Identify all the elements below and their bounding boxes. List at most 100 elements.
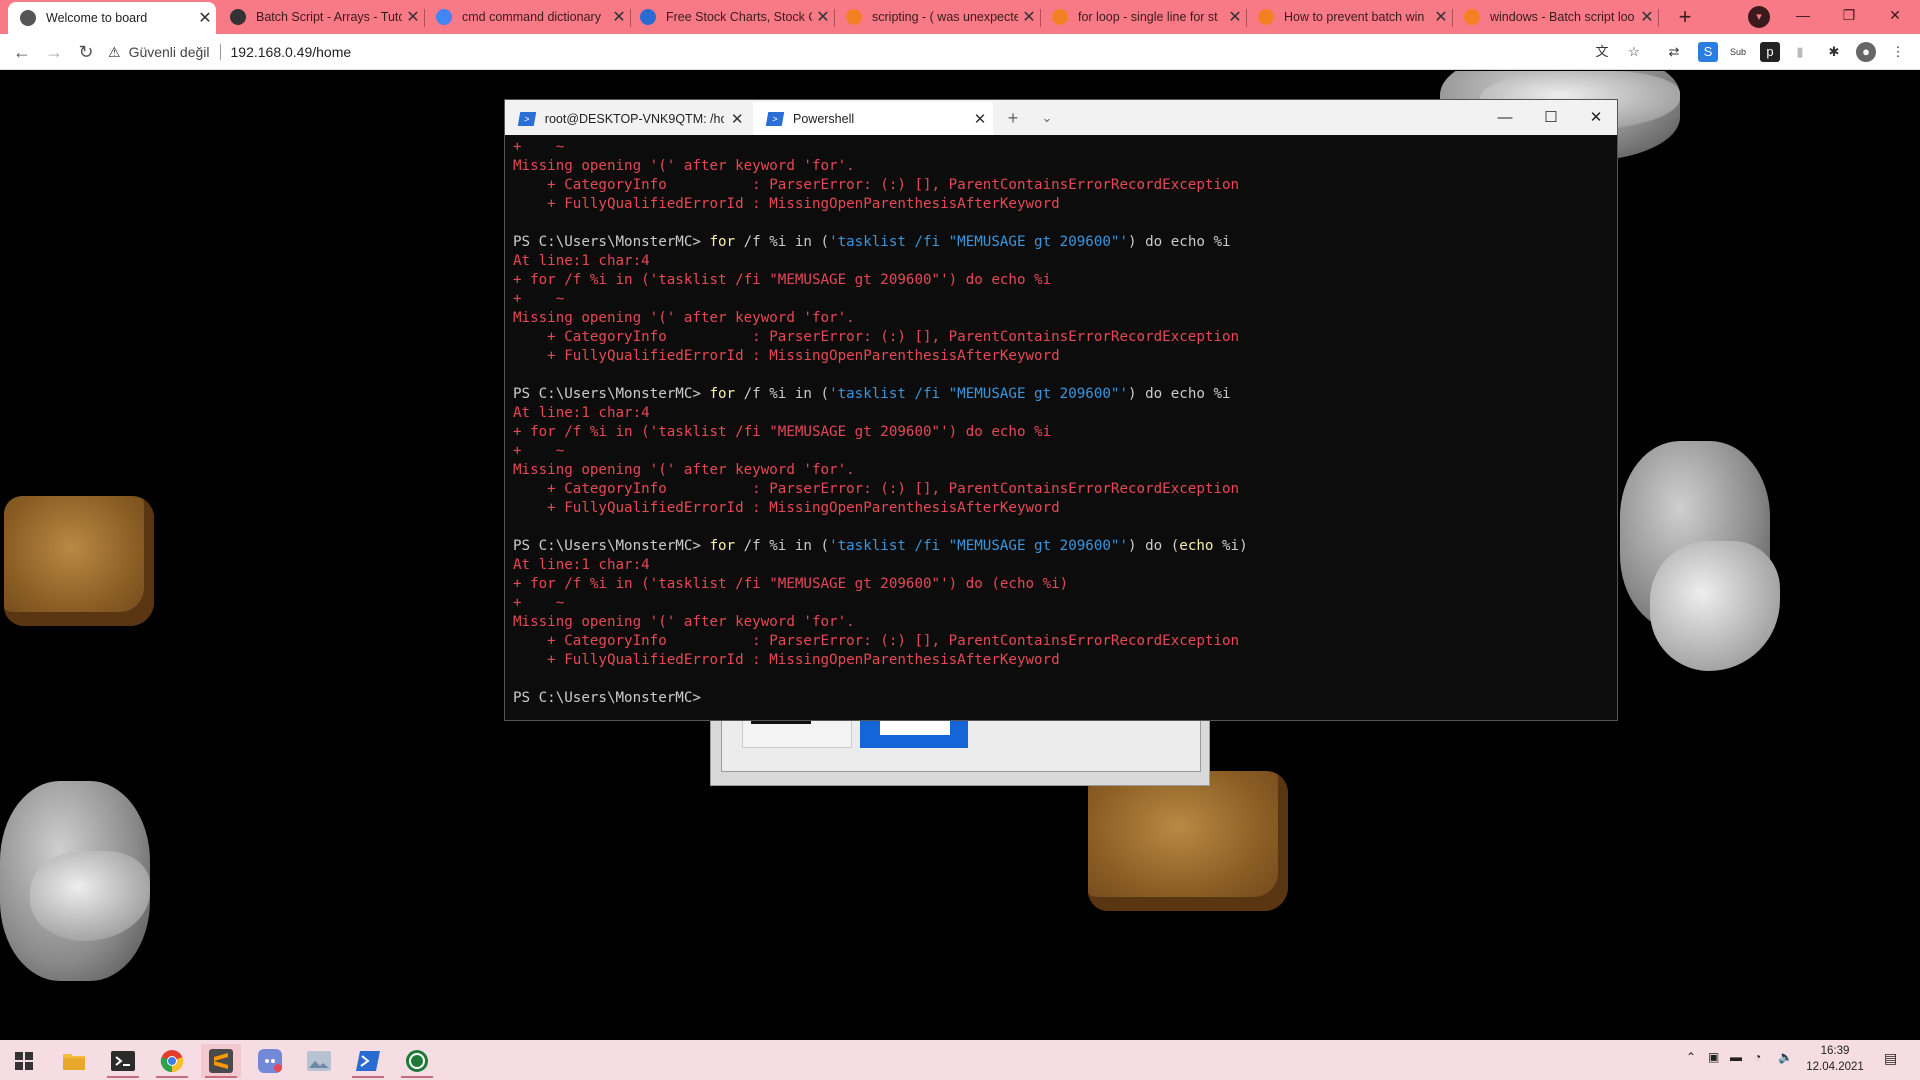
terminal-text-segment: PS C:\Users\MonsterMC> bbox=[513, 690, 710, 706]
close-tab-icon[interactable]: ✕ bbox=[608, 7, 630, 27]
globe-icon bbox=[20, 10, 36, 26]
dropdown-chevron-icon[interactable]: ⌄ bbox=[1035, 106, 1059, 130]
powershell-icon[interactable] bbox=[348, 1044, 388, 1078]
browser-tab[interactable]: windows - Batch script loo ✕ bbox=[1452, 0, 1659, 34]
terminal-line: Missing opening '(' after keyword 'for'. bbox=[513, 613, 1611, 632]
close-tab-icon[interactable]: ✕ bbox=[1430, 7, 1452, 27]
browser-tab[interactable]: Welcome to board ✕ bbox=[8, 2, 216, 34]
terminal-line: + for /f %i in ('tasklist /fi "MEMUSAGE … bbox=[513, 575, 1611, 594]
subtitle-extension-icon[interactable]: Sub bbox=[1728, 42, 1748, 62]
photos-icon[interactable] bbox=[299, 1044, 339, 1078]
close-window-button[interactable]: ✕ bbox=[1872, 0, 1918, 30]
close-tab-icon[interactable]: ✕ bbox=[402, 7, 424, 27]
terminal-line: + ~ bbox=[513, 594, 1611, 613]
close-tab-icon[interactable]: ✕ bbox=[724, 110, 750, 128]
minimize-window-button[interactable]: — bbox=[1780, 0, 1826, 30]
terminal-text-segment: + for /f %i in ('tasklist /fi "MEMUSAGE … bbox=[513, 424, 1052, 440]
terminal-line: + FullyQualifiedErrorId : MissingOpenPar… bbox=[513, 195, 1611, 214]
terminal-text-segment: At line:1 char:4 bbox=[513, 405, 650, 421]
toast-image bbox=[4, 496, 154, 626]
system-clock[interactable]: 16:39 12.04.2021 bbox=[1800, 1043, 1870, 1075]
close-tab-icon[interactable]: ✕ bbox=[1636, 7, 1658, 27]
tab-separator bbox=[1658, 9, 1659, 27]
new-terminal-tab-icon[interactable]: + bbox=[1001, 106, 1025, 130]
terminal-text-segment: 'tasklist /fi "MEMUSAGE gt 209600"' bbox=[829, 234, 1129, 250]
powershell-icon: > bbox=[517, 111, 537, 126]
terminal-text-segment: + ~ bbox=[513, 139, 565, 155]
browser-toolbar: ← → ↻ ⚠ Güvenli değil 192.168.0.49/home … bbox=[0, 34, 1920, 70]
tab-title: How to prevent batch win bbox=[1284, 10, 1425, 24]
terminal-text-segment: + ~ bbox=[513, 595, 565, 611]
terminal-icon[interactable] bbox=[103, 1044, 143, 1078]
new-tab-button[interactable]: + bbox=[1670, 2, 1700, 32]
terminal-line: + FullyQualifiedErrorId : MissingOpenPar… bbox=[513, 499, 1611, 518]
extensions-puzzle-icon[interactable]: ✱ bbox=[1824, 42, 1844, 62]
close-tab-icon[interactable]: ✕ bbox=[1224, 7, 1246, 27]
browser-tab[interactable]: cmd command dictionary ✕ bbox=[424, 0, 631, 34]
terminal-output[interactable]: + ~ Missing opening '(' after keyword 'fo… bbox=[513, 138, 1611, 718]
terminal-text-segment: for bbox=[709, 386, 736, 402]
tab-title: Batch Script - Arrays - Tuto bbox=[256, 10, 402, 24]
terminal-minimize-button[interactable]: — bbox=[1482, 100, 1528, 135]
tab-title: Free Stock Charts, Stock Q bbox=[666, 10, 812, 24]
chevron-up-icon[interactable]: ⌃ bbox=[1686, 1050, 1696, 1064]
browser-tab[interactable]: Free Stock Charts, Stock Q ✕ bbox=[628, 0, 835, 34]
url-text[interactable]: 192.168.0.49/home bbox=[231, 44, 352, 60]
terminal-tab-ssh[interactable]: > root@DESKTOP-VNK9QTM: /hc ✕ bbox=[505, 102, 750, 135]
close-tab-icon[interactable]: ✕ bbox=[967, 110, 993, 128]
volume-icon[interactable]: 🔈 bbox=[1778, 1050, 1793, 1064]
terminal-close-button[interactable]: ✕ bbox=[1573, 100, 1619, 135]
terminal-line: PS C:\Users\MonsterMC> bbox=[513, 689, 1611, 708]
battery-icon[interactable]: ▬ bbox=[1730, 1050, 1742, 1064]
terminal-maximize-button[interactable]: ☐ bbox=[1528, 100, 1574, 135]
terminal-line: + for /f %i in ('tasklist /fi "MEMUSAGE … bbox=[513, 271, 1611, 290]
windows-start-icon[interactable] bbox=[4, 1044, 44, 1078]
taskbar: ⌃ ▣ ▬ ◔ 🔈 16:39 12.04.2021 ▤ bbox=[0, 1040, 1920, 1080]
restore-window-button[interactable]: ❐ bbox=[1826, 0, 1872, 30]
extension-grey-icon[interactable]: ▮ bbox=[1790, 42, 1810, 62]
terminal-text-segment: ) do echo %i bbox=[1128, 234, 1231, 250]
close-tab-icon[interactable]: ✕ bbox=[812, 7, 834, 27]
terminal-line: Missing opening '(' after keyword 'for'. bbox=[513, 157, 1611, 176]
tab-search-icon[interactable]: ▾ bbox=[1748, 6, 1770, 28]
reload-icon[interactable]: ↻ bbox=[72, 38, 100, 66]
terminal-line: Missing opening '(' after keyword 'for'. bbox=[513, 309, 1611, 328]
extension-tool-icon[interactable]: ⇄ bbox=[1664, 42, 1684, 62]
app-tray-icon[interactable]: ▣ bbox=[1708, 1050, 1719, 1064]
extension-p-icon[interactable]: p bbox=[1760, 42, 1780, 62]
hs-icon[interactable] bbox=[397, 1044, 437, 1078]
forward-arrow-icon[interactable]: → bbox=[40, 38, 68, 66]
terminal-text-segment: + FullyQualifiedErrorId : MissingOpenPar… bbox=[513, 348, 1060, 364]
chrome-icon[interactable] bbox=[152, 1044, 192, 1078]
terminal-tab-powershell[interactable]: > Powershell ✕ bbox=[753, 102, 993, 135]
browser-tab[interactable]: for loop - single line for st ✕ bbox=[1040, 0, 1247, 34]
terminal-line: At line:1 char:4 bbox=[513, 556, 1611, 575]
sublime-icon[interactable] bbox=[201, 1044, 241, 1078]
folder-icon[interactable] bbox=[54, 1044, 94, 1078]
browser-tab-strip: Welcome to board ✕ Batch Script - Arrays -… bbox=[0, 0, 1920, 34]
terminal-line: + ~ bbox=[513, 442, 1611, 461]
stackoverflow-icon bbox=[1052, 9, 1068, 25]
extension-s-icon[interactable]: S bbox=[1698, 42, 1718, 62]
terminal-text-segment: + FullyQualifiedErrorId : MissingOpenPar… bbox=[513, 652, 1060, 668]
browser-tab[interactable]: Batch Script - Arrays - Tuto ✕ bbox=[218, 0, 425, 34]
browser-tab[interactable]: scripting - ( was unexpecte ✕ bbox=[834, 0, 1041, 34]
terminal-text-segment: PS C:\Users\MonsterMC> bbox=[513, 234, 710, 250]
toast-image bbox=[1088, 771, 1288, 911]
bookmark-star-icon[interactable]: ☆ bbox=[1624, 42, 1644, 62]
terminal-text-segment: PS C:\Users\MonsterMC> bbox=[513, 386, 710, 402]
tutorialspoint-icon bbox=[230, 9, 246, 25]
back-arrow-icon[interactable]: ← bbox=[8, 38, 36, 66]
menu-kebab-icon[interactable]: ⋮ bbox=[1888, 42, 1908, 62]
browser-tab[interactable]: How to prevent batch win ✕ bbox=[1246, 0, 1453, 34]
network-icon[interactable]: ◔ bbox=[1754, 1050, 1761, 1064]
close-tab-icon[interactable]: ✕ bbox=[194, 8, 216, 28]
terminal-text-segment: echo bbox=[1179, 538, 1214, 554]
notification-icon[interactable]: ▤ bbox=[1884, 1050, 1897, 1067]
translate-icon[interactable]: 文 bbox=[1592, 42, 1612, 62]
discord-icon[interactable] bbox=[250, 1044, 290, 1078]
profile-avatar-icon[interactable]: ● bbox=[1856, 42, 1876, 62]
terminal-text-segment: Missing opening '(' after keyword 'for'. bbox=[513, 614, 855, 630]
address-bar[interactable]: ⚠ Güvenli değil 192.168.0.49/home bbox=[108, 37, 1668, 67]
close-tab-icon[interactable]: ✕ bbox=[1018, 7, 1040, 27]
